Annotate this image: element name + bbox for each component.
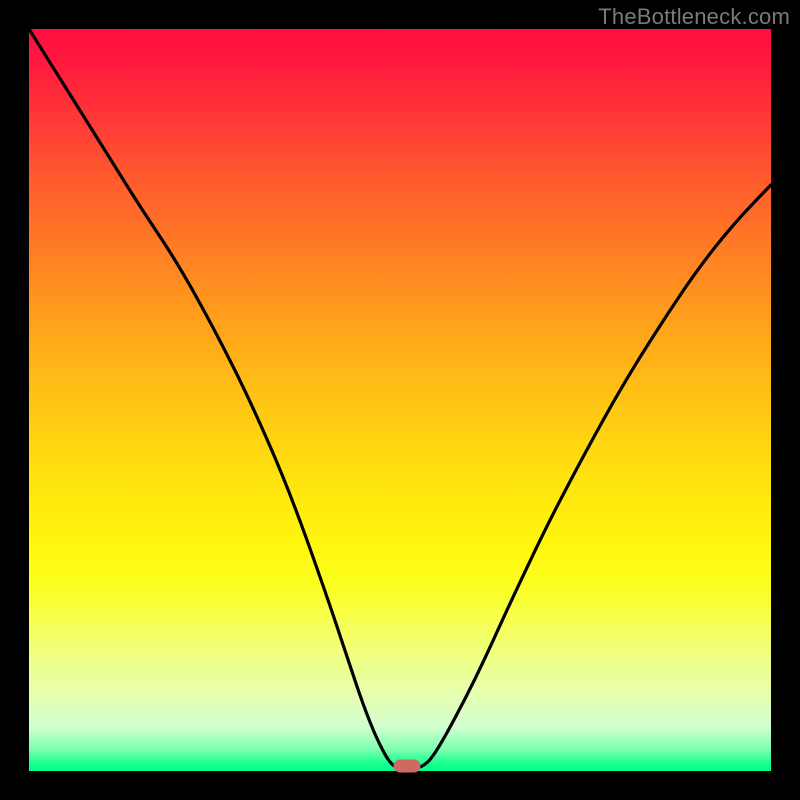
bottleneck-curve [29, 29, 771, 771]
curve-path [29, 29, 771, 768]
plot-area [29, 29, 771, 771]
optimal-marker [394, 759, 421, 772]
attribution-watermark: TheBottleneck.com [598, 4, 790, 30]
